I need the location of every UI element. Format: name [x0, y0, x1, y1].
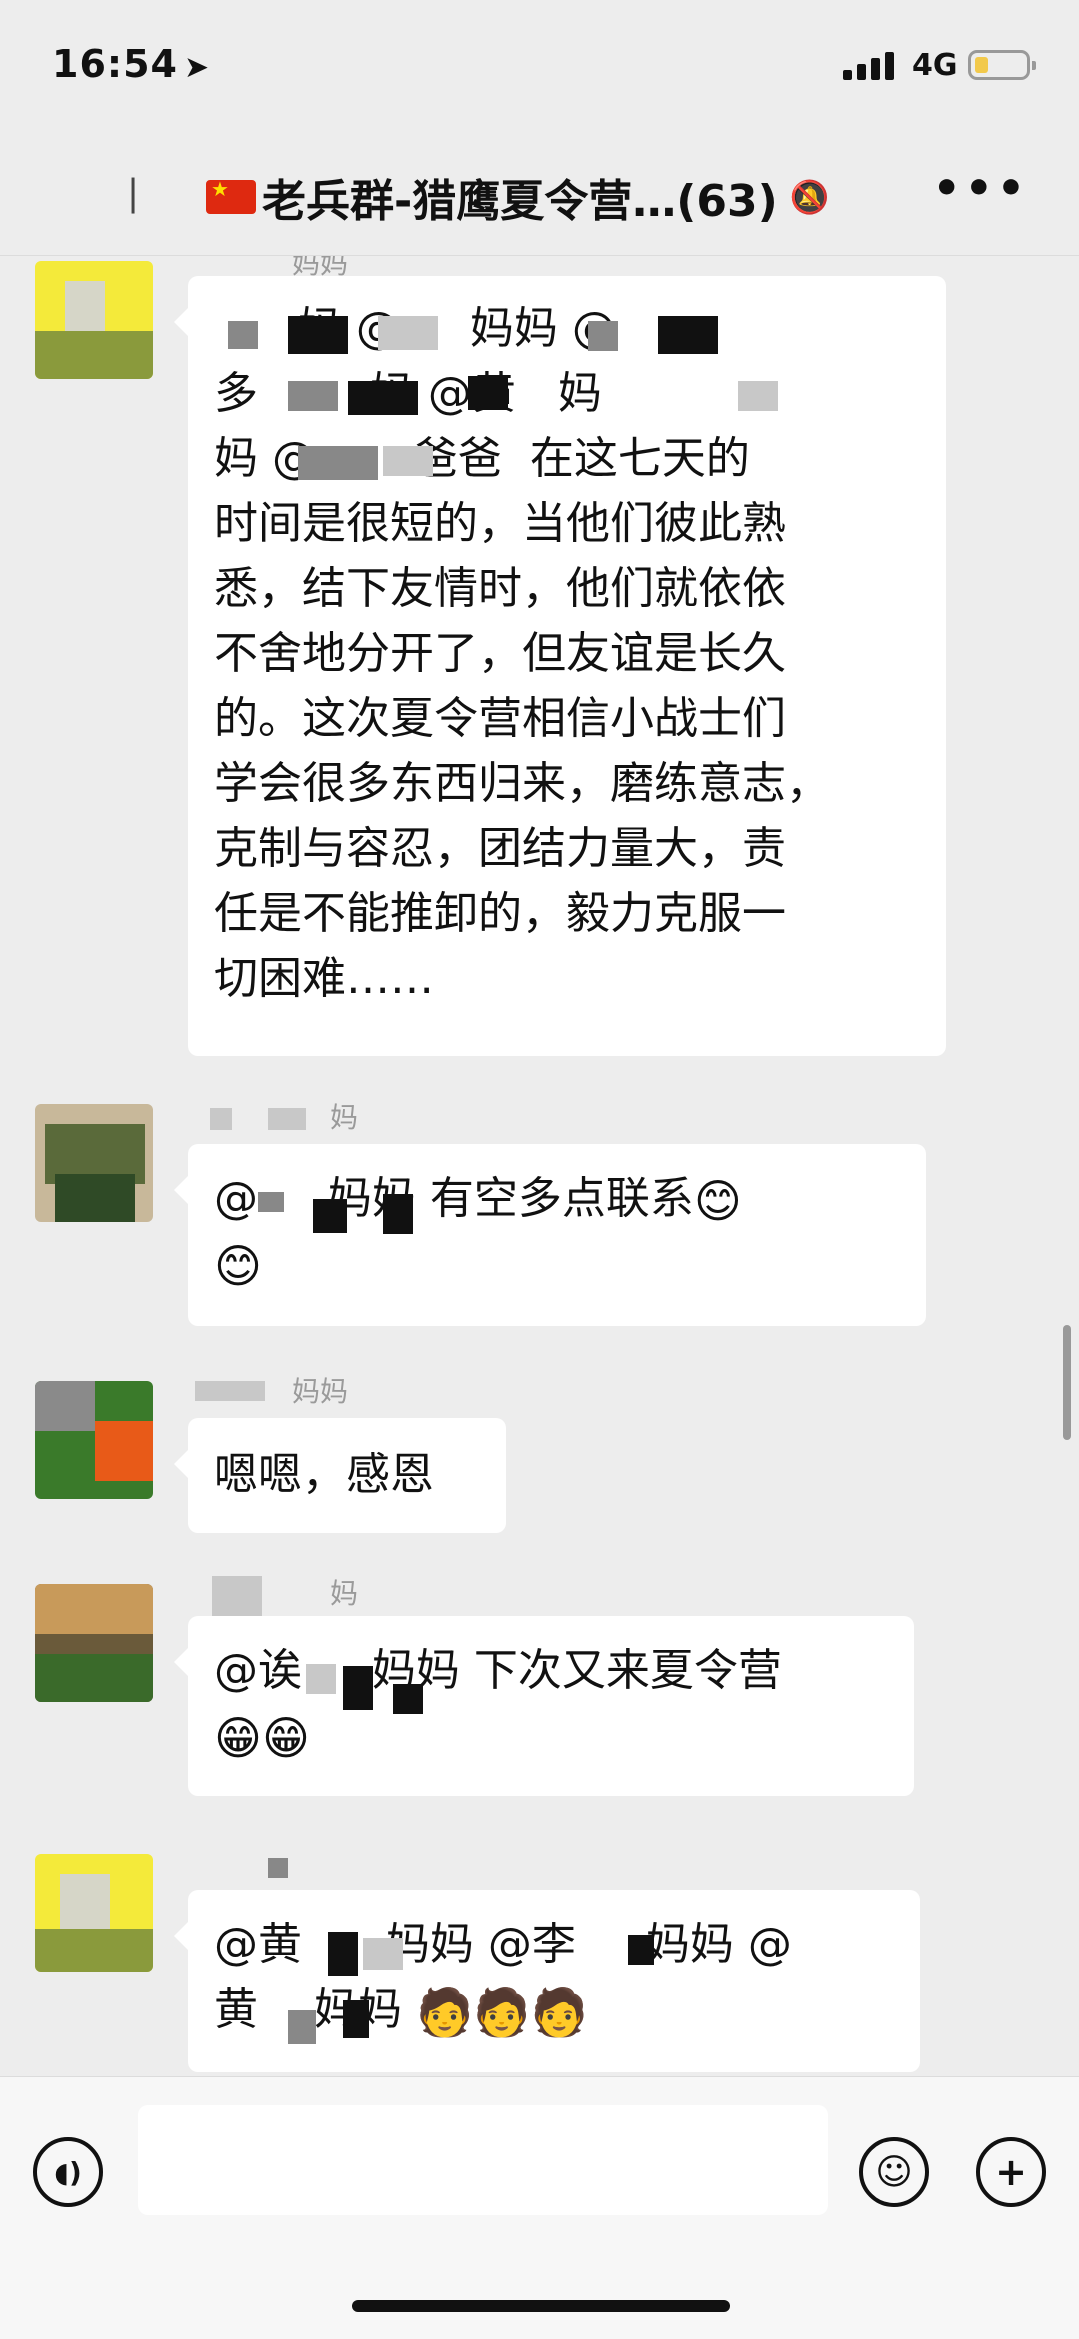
redaction	[383, 1194, 413, 1234]
redaction	[288, 381, 338, 411]
chat-title[interactable]: 老兵群-猎鹰夏令营…(63) 🔕	[206, 165, 830, 229]
message-line: 任是不能推卸的，毅力克服一	[214, 888, 786, 939]
redaction	[306, 1664, 336, 1694]
redaction	[268, 1108, 306, 1130]
redaction	[738, 381, 778, 411]
message-line: 黄 妈妈 🧑🧑🧑	[214, 1977, 894, 2042]
sender-name: 妈	[330, 1101, 359, 1134]
redaction	[228, 321, 258, 349]
redaction	[313, 1199, 347, 1233]
avatar[interactable]	[35, 1104, 153, 1222]
message-line: 学会很多东西归来，磨练意志，	[214, 758, 830, 809]
redaction	[468, 376, 508, 410]
redaction	[588, 321, 618, 351]
message-line: 克制与容忍，团结力量大，责	[214, 823, 786, 874]
person-emoji: 🧑	[415, 1985, 474, 2039]
redaction	[210, 1108, 232, 1130]
redaction	[348, 381, 418, 415]
redaction	[343, 1666, 373, 1710]
status-bar: 16:54 ➤ 4G	[0, 0, 1079, 135]
battery-icon	[968, 50, 1036, 80]
muted-bell-icon: 🔕	[789, 178, 830, 216]
person-emoji: 🧑	[530, 1985, 588, 2039]
grin-emoji: 😁	[261, 1711, 310, 1765]
message-line: @黄 妈妈 @李 妈妈 @	[214, 1919, 792, 1970]
message-line: 的。这次夏令营相信小战士们	[214, 693, 786, 744]
message-line: 悉，结下友情时，他们就依依	[214, 563, 786, 614]
more-dots-icon[interactable]: •••	[933, 163, 1029, 214]
message-bubble[interactable]: @黄 妈妈 @李 妈妈 @ 黄 妈妈 🧑🧑🧑	[174, 1890, 920, 2072]
redaction	[658, 316, 718, 354]
person-emoji: 🧑	[473, 1985, 531, 2039]
avatar[interactable]	[35, 1381, 153, 1499]
add-icon[interactable]: +	[976, 2137, 1046, 2207]
sender-name: 妈妈	[292, 1375, 349, 1408]
redaction	[378, 316, 438, 350]
message-line: 不舍地分开了，但友谊是长久	[214, 628, 786, 679]
network-type: 4G	[912, 48, 958, 83]
redaction	[328, 1932, 358, 1976]
message-input[interactable]	[138, 2105, 828, 2215]
home-indicator	[352, 2300, 730, 2312]
smile-emoji: 😊	[693, 1174, 742, 1228]
scrollbar[interactable]	[1063, 1325, 1071, 1440]
location-arrow-icon: ➤	[183, 50, 211, 85]
avatar[interactable]	[35, 261, 153, 379]
redaction	[212, 1576, 262, 1616]
redaction	[288, 316, 348, 354]
message-line: 切困难……	[214, 953, 434, 1004]
china-flag-icon	[206, 177, 256, 214]
redaction	[343, 2000, 369, 2038]
redaction	[298, 446, 378, 480]
redaction	[363, 1938, 403, 1970]
message-bubble[interactable]: @ 妈妈 有空多点联系😊 😊	[174, 1144, 926, 1326]
avatar[interactable]	[35, 1854, 153, 1972]
message-bubble[interactable]: 嗯嗯，感恩	[174, 1418, 506, 1533]
message-line: 时间是很短的，当他们彼此熟	[214, 498, 786, 549]
redaction	[258, 1192, 284, 1212]
grin-emoji: 😁	[214, 1711, 262, 1765]
redaction	[288, 2010, 316, 2044]
sender-name: 妈	[330, 1577, 359, 1610]
message-bubble[interactable]: 妈 @ 妈妈 @ 多 妈 @黄 妈 妈 @ 爸爸 在这七天的 时间是很短的，当他…	[174, 276, 946, 1056]
smile-emoji: 😊	[214, 1239, 262, 1293]
redaction	[195, 1381, 265, 1401]
back-icon[interactable]: ❘	[118, 173, 148, 214]
clock: 16:54 ➤	[52, 42, 211, 86]
message-text: 嗯嗯，感恩	[214, 1449, 434, 1500]
chat-header: ❘ 老兵群-猎鹰夏令营…(63) 🔕 •••	[0, 135, 1079, 256]
redaction	[268, 1858, 288, 1878]
redaction	[393, 1684, 423, 1714]
message-list[interactable]: 妈妈 妈 @ 妈妈 @ 多 妈 @黄 妈 妈 @ 爸爸 在这七天的 时间是很短的…	[0, 256, 1079, 2076]
message-bubble[interactable]: @诶 妈妈 下次又来夏令营 😁😁	[174, 1616, 914, 1796]
redaction	[628, 1935, 654, 1965]
voice-icon[interactable]: ◖)	[33, 2137, 103, 2207]
cellular-signal-icon	[843, 50, 899, 80]
avatar[interactable]	[35, 1584, 153, 1702]
redaction	[383, 446, 433, 476]
emoji-icon[interactable]: ☺	[859, 2137, 929, 2207]
